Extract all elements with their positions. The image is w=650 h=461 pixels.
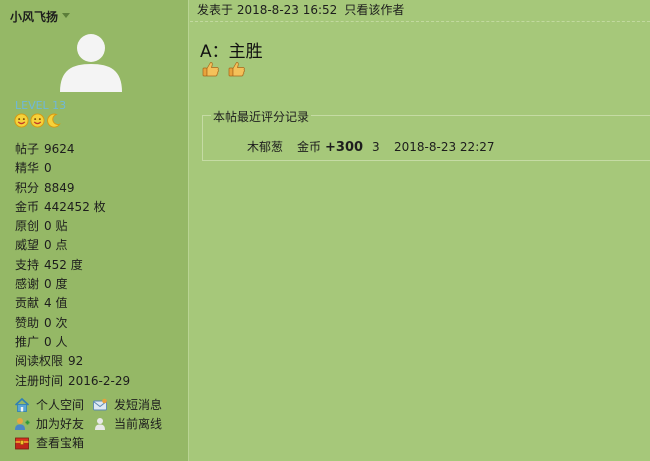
rating-user[interactable]: 木郁葱 (247, 138, 297, 155)
stat-promotion: 推广 0 人 (15, 333, 130, 352)
stat-value: 0 次 (44, 315, 68, 330)
stat-support: 支持 452 度 (15, 256, 130, 275)
moon-medal-icon (47, 113, 61, 128)
view-author-only-link[interactable]: 只看该作者 (344, 3, 404, 17)
caret-down-icon[interactable] (62, 13, 71, 18)
personal-space-label[interactable]: 个人空间 (36, 396, 84, 413)
stat-coins: 金币 442452 枚 (15, 198, 130, 217)
stat-points: 积分 8849 (15, 179, 130, 198)
stat-label: 威望 (15, 238, 40, 253)
stat-label: 帖子 (15, 142, 40, 156)
view-treasure-label[interactable]: 查看宝箱 (36, 434, 84, 451)
stat-label: 支持 (15, 257, 40, 272)
medal-list (14, 113, 61, 128)
stat-label: 积分 (15, 180, 40, 195)
rating-records: 本帖最近评分记录 木郁葱 金币 +300 3 2018-8-23 22:27 (202, 108, 650, 161)
rating-note: 3 (372, 140, 380, 154)
rating-amount: +300 (325, 140, 364, 155)
stat-label: 原创 (15, 219, 40, 234)
stat-prestige: 威望 0 点 (15, 236, 130, 255)
rating-currency: 金币 (297, 140, 322, 154)
stat-value: 0 度 (44, 277, 68, 292)
stat-register-date: 注册时间 2016-2-29 (15, 372, 130, 391)
online-status-label: 当前离线 (114, 417, 163, 431)
stat-thanks: 感谢 0 度 (15, 275, 130, 294)
stat-original: 原创 0 贴 (15, 217, 130, 236)
offline-user-icon (95, 417, 105, 430)
stat-value: 4 值 (44, 296, 68, 311)
stat-label: 金币 (15, 199, 40, 214)
post-time: 发表于 2018-8-23 16:52 (197, 3, 338, 17)
stat-value: 0 贴 (44, 219, 68, 234)
stat-value: 92 (68, 354, 84, 369)
avatar[interactable] (56, 30, 126, 92)
user-level: LEVEL 13 (15, 99, 67, 112)
author-sidebar: 小风飞扬 LEVEL 13 帖子 9624 精华 0 积分 8849 金币 442452… (0, 0, 189, 461)
stat-value: 452 度 (44, 257, 83, 272)
post-emoticons (202, 61, 246, 77)
stat-label: 感谢 (15, 277, 40, 292)
add-friend-label[interactable]: 加为好友 (36, 415, 84, 432)
send-message-label[interactable]: 发短消息 (114, 396, 162, 413)
rating-time: 2018-8-23 22:27 (394, 140, 495, 154)
stat-label: 贡献 (15, 296, 40, 311)
add-friend-link[interactable]: 加为好友 (14, 415, 84, 432)
send-message-link[interactable]: 发短消息 (92, 396, 162, 413)
stat-label: 赞助 (15, 315, 40, 330)
stat-value: 8849 (44, 180, 75, 195)
stat-label: 阅读权限 (15, 354, 64, 369)
home-icon[interactable] (14, 397, 30, 413)
post-body-text: A：主胜 (200, 42, 263, 62)
post-header: 发表于 2018-8-23 16:52 只看该作者 (190, 0, 650, 22)
thumbs-up-icon (202, 62, 219, 77)
stat-value: 2016-2-29 (68, 373, 131, 388)
rating-legend: 本帖最近评分记录 (211, 108, 312, 125)
stat-label: 推广 (15, 334, 40, 349)
personal-space-link[interactable]: 个人空间 (14, 396, 84, 413)
stat-value: 0 人 (44, 334, 68, 349)
message-icon[interactable] (92, 397, 108, 413)
stat-sponsor: 赞助 0 次 (15, 314, 130, 333)
stat-contribution: 贡献 4 值 (15, 294, 130, 313)
view-treasure-link[interactable]: 查看宝箱 (14, 434, 84, 451)
user-stats: 帖子 9624 精华 0 积分 8849 金币 442452 枚 原创 0 贴 威望 0 点… (15, 140, 130, 391)
sun-medal-icon (30, 113, 45, 128)
stat-value: 0 (44, 161, 52, 176)
sun-medal-icon (14, 113, 29, 128)
post-content: 发表于 2018-8-23 16:52 只看该作者 A：主胜 本帖最近评分记录 木… (190, 0, 650, 461)
stat-label: 注册时间 (15, 373, 64, 388)
username-menu[interactable]: 小风飞扬 (10, 8, 71, 25)
stat-value: 0 点 (44, 238, 68, 253)
online-status: 当前离线 (92, 415, 162, 432)
stat-value: 9624 (44, 142, 75, 156)
stat-label: 精华 (15, 161, 40, 176)
username[interactable]: 小风飞扬 (10, 8, 58, 25)
stat-posts: 帖子 9624 (15, 140, 130, 159)
rating-record-row: 木郁葱 金币 +300 3 2018-8-23 22:27 (247, 138, 495, 155)
thumbs-up-icon (228, 62, 245, 77)
add-friend-icon[interactable] (14, 416, 30, 432)
treasure-chest-icon[interactable] (14, 435, 30, 451)
stat-value: 442452 枚 (44, 199, 106, 214)
stat-digest: 精华 0 (15, 159, 130, 178)
stat-read-permission: 阅读权限 92 (15, 352, 130, 371)
